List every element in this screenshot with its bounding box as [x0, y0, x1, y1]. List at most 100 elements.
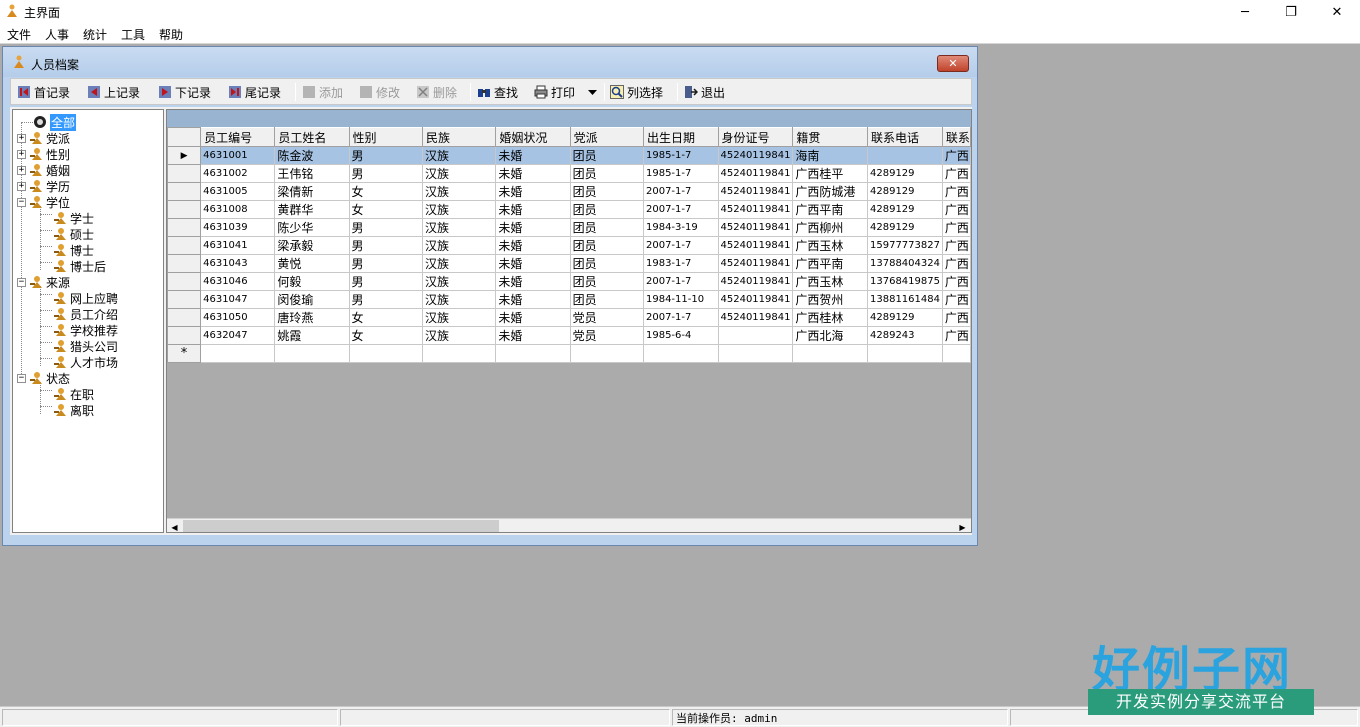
table-cell[interactable]: 13788404324 — [867, 254, 943, 273]
table-row[interactable]: 4631008 黄群华女汉族 未婚 团员 2007-1-7 45240119841 广西平南… — [167, 200, 971, 219]
table-cell[interactable]: 团员 — [569, 254, 644, 273]
table-cell[interactable]: 汉族 — [421, 326, 497, 345]
table-cell[interactable] — [867, 146, 943, 165]
table-row[interactable]: 4632047 姚霞女汉族 未婚 党员 1985-6-4 广西北海 4289243 广西 — [167, 326, 971, 345]
table-cell[interactable]: 女 — [348, 308, 423, 327]
tree-node-degree-item[interactable]: 硕士 — [53, 226, 94, 242]
table-cell[interactable]: 45240119841 — [717, 308, 794, 327]
table-cell[interactable]: 男 — [348, 236, 423, 255]
row-indicator[interactable] — [167, 200, 202, 219]
prev-record-button[interactable]: 上记录 — [87, 82, 140, 102]
table-cell[interactable]: 45240119841 — [717, 254, 794, 273]
first-record-button[interactable]: 首记录 — [17, 82, 70, 102]
collapse-icon[interactable]: − — [17, 197, 26, 207]
table-cell[interactable]: 1985-1-7 — [642, 164, 719, 183]
table-cell[interactable]: 广西 — [941, 326, 971, 345]
table-cell[interactable]: 45240119841 — [717, 290, 794, 309]
table-cell[interactable]: 4631046 — [200, 272, 276, 291]
table-cell[interactable]: 女 — [348, 326, 423, 345]
table-cell[interactable]: 广西 — [941, 308, 971, 327]
row-indicator[interactable] — [167, 218, 202, 237]
table-cell[interactable]: 广西贺州 — [792, 290, 868, 309]
print-dropdown-button[interactable] — [588, 82, 597, 102]
row-indicator[interactable] — [167, 308, 202, 327]
collapse-icon[interactable]: − — [17, 277, 26, 287]
table-cell[interactable]: 4631041 — [200, 236, 276, 255]
table-row[interactable]: 4631046 何毅男汉族 未婚 团员 2007-1-7 45240119841 广西玉林 1… — [167, 272, 971, 291]
restore-button[interactable]: ❐ — [1268, 0, 1314, 24]
row-indicator[interactable]: ▶ — [167, 146, 202, 165]
row-indicator[interactable] — [167, 164, 202, 183]
column-header[interactable]: 员工姓名 — [274, 127, 350, 147]
tree-node-degree-item[interactable]: 博士后 — [53, 258, 106, 274]
table-cell[interactable]: 45240119841 — [717, 218, 794, 237]
table-cell[interactable]: 男 — [348, 290, 423, 309]
table-cell[interactable]: 广西 — [941, 182, 971, 201]
table-cell[interactable]: 团员 — [569, 182, 644, 201]
menu-personnel[interactable]: 人事 — [45, 26, 69, 43]
tree-node-marriage[interactable]: + 婚姻 — [17, 162, 70, 178]
scroll-left-icon[interactable]: ◀ — [167, 520, 182, 532]
column-header[interactable]: 联系 — [941, 127, 971, 147]
table-cell[interactable] — [941, 344, 971, 363]
table-cell[interactable]: 海南 — [792, 146, 868, 165]
table-cell[interactable]: 团员 — [569, 200, 644, 219]
table-cell[interactable]: 广西 — [941, 290, 971, 309]
table-cell[interactable]: 45240119841 — [717, 272, 794, 291]
table-cell[interactable]: 梁倩新 — [274, 182, 350, 201]
column-header[interactable]: 员工编号 — [200, 127, 276, 147]
table-cell[interactable]: 女 — [348, 200, 423, 219]
table-cell[interactable]: 黄悦 — [274, 254, 350, 273]
table-cell[interactable]: 陈少华 — [274, 218, 350, 237]
table-cell[interactable]: 2007-1-7 — [642, 236, 719, 255]
table-cell[interactable]: 汉族 — [421, 146, 497, 165]
table-cell[interactable] — [348, 344, 423, 363]
tree-node-status[interactable]: − 状态 — [17, 370, 70, 386]
menu-statistics[interactable]: 统计 — [83, 26, 107, 43]
table-cell[interactable]: 4631050 — [200, 308, 276, 327]
table-cell[interactable]: 广西桂平 — [792, 164, 868, 183]
table-cell[interactable]: 汉族 — [421, 254, 497, 273]
table-cell[interactable]: 汉族 — [421, 290, 497, 309]
table-cell[interactable]: 4631001 — [200, 146, 276, 165]
expand-icon[interactable]: + — [17, 181, 26, 191]
column-header[interactable]: 籍贯 — [792, 127, 868, 147]
table-cell[interactable]: 广西 — [941, 272, 971, 291]
table-cell[interactable]: 45240119841 — [717, 146, 794, 165]
column-header[interactable]: 性别 — [348, 127, 423, 147]
table-cell[interactable]: 4631008 — [200, 200, 276, 219]
scroll-right-icon[interactable]: ▶ — [955, 520, 970, 532]
table-cell[interactable]: 广西北海 — [792, 326, 868, 345]
table-cell[interactable]: 未婚 — [495, 254, 571, 273]
tree-node-source-item[interactable]: 员工介绍 — [53, 306, 118, 322]
row-indicator[interactable] — [167, 182, 202, 201]
table-cell[interactable] — [274, 344, 350, 363]
tree-node-status-item[interactable]: 在职 — [53, 386, 94, 402]
collapse-icon[interactable]: − — [17, 373, 26, 383]
table-cell[interactable]: 4289129 — [867, 218, 943, 237]
table-cell[interactable]: 男 — [348, 146, 423, 165]
table-cell[interactable]: 未婚 — [495, 326, 571, 345]
table-cell[interactable]: 4631047 — [200, 290, 276, 309]
table-cell[interactable]: 13881161484 — [867, 290, 943, 309]
new-row-indicator[interactable]: * — [167, 344, 202, 363]
table-cell[interactable]: 1985-6-4 — [642, 326, 719, 345]
column-header[interactable]: 党派 — [569, 127, 644, 147]
table-cell[interactable] — [569, 344, 644, 363]
table-cell[interactable]: 未婚 — [495, 290, 571, 309]
table-cell[interactable]: 45240119841 — [717, 182, 794, 201]
tree-node-degree[interactable]: − 学位 — [17, 194, 70, 210]
table-cell[interactable]: 4289243 — [867, 326, 943, 345]
menu-file[interactable]: 文件 — [7, 26, 31, 43]
table-cell[interactable]: 未婚 — [495, 182, 571, 201]
table-cell[interactable]: 梁承毅 — [274, 236, 350, 255]
table-cell[interactable]: 女 — [348, 182, 423, 201]
table-cell[interactable] — [200, 344, 276, 363]
table-cell[interactable]: 45240119841 — [717, 164, 794, 183]
table-cell[interactable]: 汉族 — [421, 200, 497, 219]
table-cell[interactable]: 闵俊瑜 — [274, 290, 350, 309]
table-row[interactable]: 4631039 陈少华男汉族 未婚 团员 1984-3-19 45240119841 广西柳… — [167, 218, 971, 237]
table-row[interactable]: ▶ 4631001 陈金波男汉族 未婚 团员 1985-1-7 45240119841 海南 广… — [167, 146, 971, 165]
tree-node-source-item[interactable]: 人才市场 — [53, 354, 118, 370]
table-cell[interactable]: 4631039 — [200, 218, 276, 237]
